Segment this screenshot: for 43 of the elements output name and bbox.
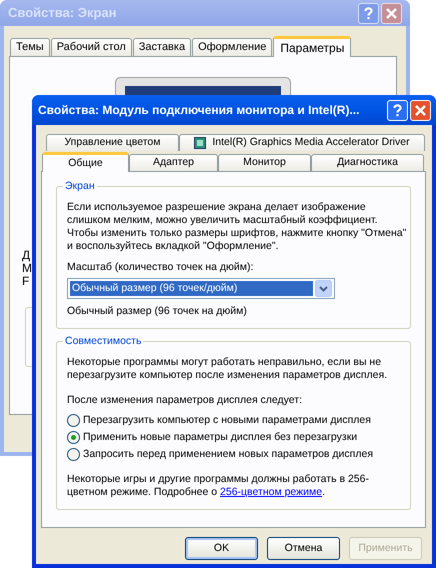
chip-icon [194, 137, 206, 149]
tab[interactable]: Управление цветом [46, 134, 179, 151]
tab[interactable]: Intel(R) Graphics Media Accelerator Driver [179, 134, 425, 151]
close-icon [386, 8, 397, 18]
help-button[interactable] [358, 2, 379, 24]
partial-text: F [22, 275, 30, 288]
close-icon [415, 104, 426, 116]
dropdown-value: Обычный размер (96 точек/дюйм) [70, 281, 313, 296]
radio-label[interactable]: Применить новые параметры дисплея без перезагрузки [83, 430, 358, 446]
question-mark-icon [393, 104, 402, 116]
question-mark-icon [364, 6, 373, 20]
dialog-button[interactable]: Отмена [267, 537, 340, 560]
tab[interactable]: Оформление [192, 38, 272, 56]
close-button[interactable] [381, 2, 402, 24]
tab[interactable]: Общие [42, 152, 129, 172]
tab[interactable]: Монитор [218, 154, 311, 171]
description-text: Если используемое разрешение экрана делает изображение слишком мелким, можно увеличить масштабный коэффициент. Чтобы изменить только размеры шрифтов, нажмите кнопку "Отмена" и воспользуйтесь вкладкой "Оформление". [67, 201, 407, 253]
radio-label[interactable]: Запросить перед применением новых параметров дисплея [83, 446, 374, 462]
tab[interactable]: Заставка [132, 38, 192, 56]
warning-text: Некоторые программы могут работать неправильно, если вы не перезагрузите компьютер после изменения параметров дисплея. [67, 356, 388, 382]
partial-text: М [22, 262, 32, 275]
tab[interactable]: Адаптер [129, 154, 218, 171]
note-text: Некоторые игры и другие программы должны работать в 256-цветном режиме. Подробнее о 256-цветном режиме. [67, 473, 370, 499]
scale-dropdown[interactable]: Обычный размер (96 точек/дюйм) [67, 278, 335, 299]
window-title: Свойства: Модуль подключения монитора и Intel(R)... [38, 102, 360, 119]
dialog-button[interactable]: OK [185, 537, 258, 560]
radio-button[interactable] [67, 431, 80, 444]
close-button[interactable] [410, 100, 431, 120]
radio-button[interactable] [67, 448, 80, 461]
tab[interactable]: Темы [10, 38, 50, 56]
group-title: Экран [63, 179, 97, 193]
field-label: Масштаб (количество точек на дюйм): [67, 261, 254, 274]
window-title: Свойства: Экран [8, 4, 118, 22]
tab[interactable]: Параметры [273, 36, 352, 57]
scale-note: Обычный размер (96 точек на дюйм) [67, 305, 248, 318]
radio-button[interactable] [67, 414, 80, 427]
help-button[interactable] [387, 100, 408, 120]
tab[interactable]: Диагностика [311, 154, 424, 171]
help-link[interactable]: 256-цветном режиме [220, 486, 322, 498]
radio-label[interactable]: Перезагрузить компьютер с новыми параметрами дисплея [83, 412, 371, 428]
tab[interactable]: Рабочий стол [50, 38, 132, 56]
option-label: После изменения параметров дисплея следует: [67, 394, 304, 407]
partial-text: Д [22, 249, 32, 262]
